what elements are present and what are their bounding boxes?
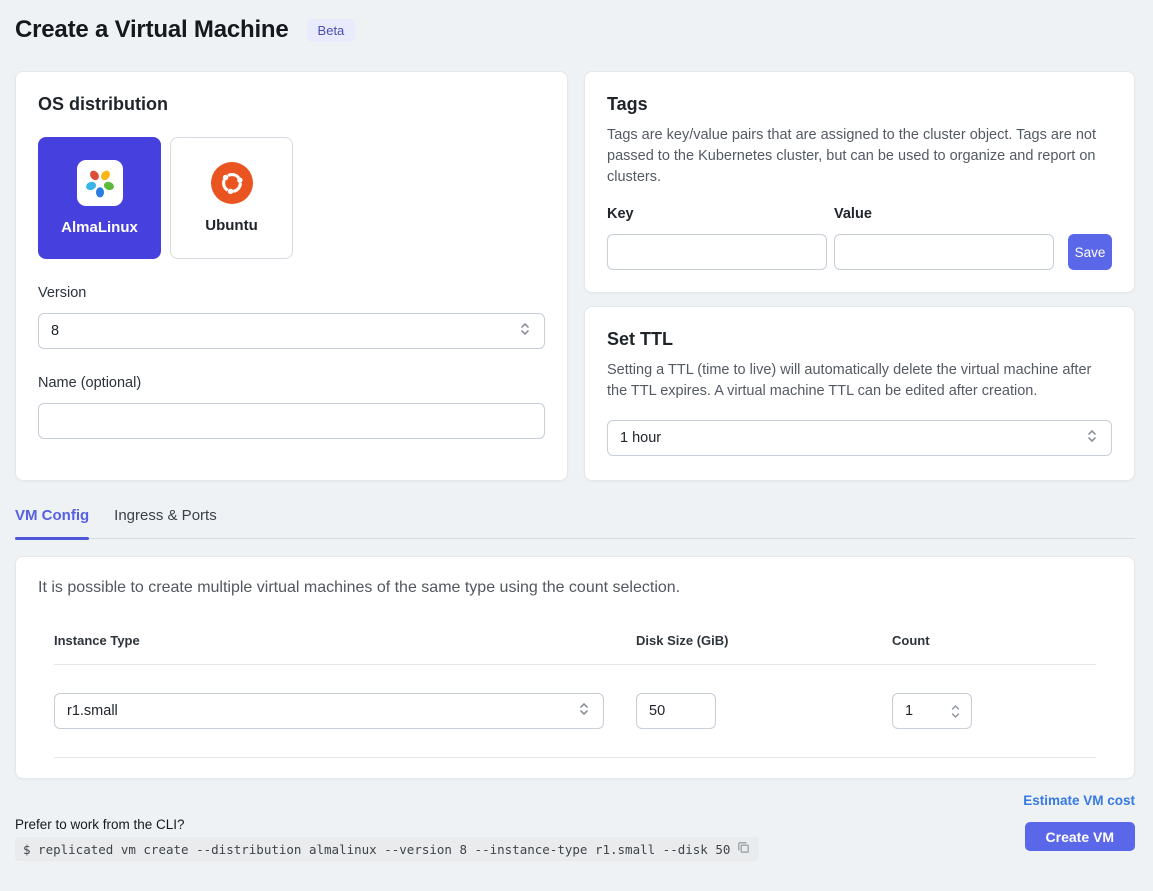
- create-vm-page: Create a Virtual Machine Beta OS distrib…: [0, 0, 1153, 861]
- chevron-updown-icon: [577, 701, 591, 721]
- set-ttl-card: Set TTL Setting a TTL (time to live) wil…: [584, 306, 1135, 481]
- page-header: Create a Virtual Machine Beta: [15, 14, 1135, 44]
- vm-table-row: r1.small: [54, 665, 1096, 758]
- tag-value-input[interactable]: [834, 234, 1054, 270]
- os-tile-almalinux-label: AlmaLinux: [61, 219, 138, 236]
- create-vm-button[interactable]: Create VM: [1025, 822, 1135, 851]
- os-card-title: OS distribution: [38, 94, 545, 115]
- disk-size-input[interactable]: [636, 693, 716, 729]
- page-footer: Prefer to work from the CLI? $ replicate…: [15, 793, 1135, 861]
- tags-description: Tags are key/value pairs that are assign…: [607, 125, 1112, 188]
- os-distribution-card: OS distribution AlmaLinux: [15, 71, 568, 481]
- version-select-value: 8: [51, 323, 59, 339]
- vm-name-input[interactable]: [38, 403, 545, 439]
- column-header-instance-type: Instance Type: [54, 633, 604, 648]
- page-title: Create a Virtual Machine: [15, 16, 289, 44]
- ttl-description: Setting a TTL (time to live) will automa…: [607, 360, 1112, 402]
- count-stepper[interactable]: [892, 693, 972, 729]
- vm-config-card: It is possible to create multiple virtua…: [15, 556, 1135, 779]
- ttl-select[interactable]: 1 hour: [607, 420, 1112, 456]
- chevron-updown-icon: [518, 321, 532, 341]
- count-input[interactable]: [895, 703, 929, 719]
- vm-table-header: Instance Type Disk Size (GiB) Count: [54, 633, 1096, 665]
- cli-command: $ replicated vm create --distribution al…: [23, 842, 730, 857]
- tag-key-input[interactable]: [607, 234, 827, 270]
- estimate-vm-cost-link[interactable]: Estimate VM cost: [1023, 793, 1135, 808]
- vm-name-label: Name (optional): [38, 375, 545, 391]
- config-tabs: VM Config Ingress & Ports: [15, 507, 1135, 539]
- ttl-select-value: 1 hour: [620, 430, 661, 446]
- vm-table: Instance Type Disk Size (GiB) Count r1.s…: [38, 633, 1112, 758]
- tags-card-title: Tags: [607, 94, 1112, 115]
- right-column: Tags Tags are key/value pairs that are a…: [584, 71, 1135, 481]
- tag-value-label: Value: [834, 206, 1054, 222]
- instance-type-select[interactable]: r1.small: [54, 693, 604, 729]
- os-tile-ubuntu[interactable]: Ubuntu: [170, 137, 293, 259]
- stepper-arrows-icon[interactable]: [950, 704, 961, 719]
- beta-badge: Beta: [307, 19, 356, 42]
- copy-cli-button[interactable]: [736, 840, 751, 858]
- os-tile-ubuntu-label: Ubuntu: [205, 217, 257, 234]
- ubuntu-icon: [211, 162, 253, 204]
- ttl-card-title: Set TTL: [607, 329, 1112, 350]
- tags-form: Key Value Save: [607, 206, 1112, 270]
- tags-card: Tags Tags are key/value pairs that are a…: [584, 71, 1135, 293]
- tag-key-label: Key: [607, 206, 827, 222]
- almalinux-icon: [77, 160, 123, 206]
- column-header-disk-size: Disk Size (GiB): [636, 633, 892, 648]
- tab-ingress-ports[interactable]: Ingress & Ports: [114, 507, 217, 538]
- version-select[interactable]: 8: [38, 313, 545, 349]
- os-tile-almalinux[interactable]: AlmaLinux: [38, 137, 161, 259]
- cli-command-box: $ replicated vm create --distribution al…: [15, 837, 759, 861]
- cli-prompt: Prefer to work from the CLI?: [15, 817, 759, 832]
- top-cards-row: OS distribution AlmaLinux: [15, 71, 1135, 481]
- os-tiles: AlmaLinux Ubuntu: [38, 137, 545, 259]
- vm-config-intro: It is possible to create multiple virtua…: [38, 579, 1112, 597]
- column-header-count: Count: [892, 633, 982, 648]
- chevron-updown-icon: [1085, 428, 1099, 448]
- tag-value-field: Value: [834, 206, 1054, 270]
- tab-vm-config[interactable]: VM Config: [15, 507, 89, 538]
- tag-key-field: Key: [607, 206, 827, 270]
- version-label: Version: [38, 285, 545, 301]
- instance-type-value: r1.small: [67, 703, 118, 719]
- copy-icon: [736, 840, 751, 858]
- cli-block: Prefer to work from the CLI? $ replicate…: [15, 817, 759, 861]
- footer-actions: Estimate VM cost Create VM: [1023, 793, 1135, 851]
- save-tag-button[interactable]: Save: [1068, 234, 1112, 270]
